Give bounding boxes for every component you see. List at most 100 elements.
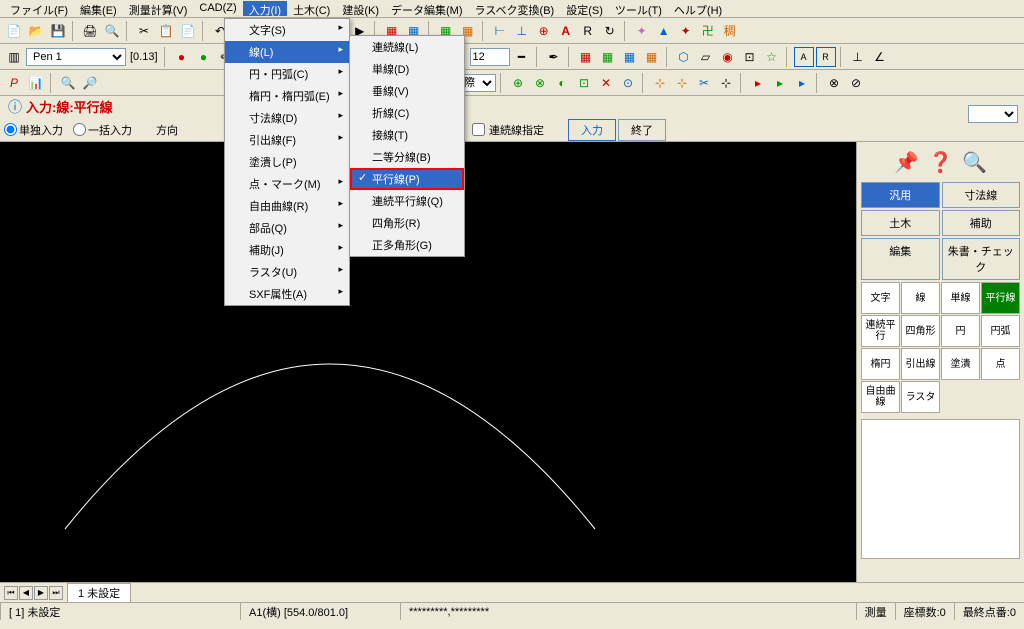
menu-データ編集[interactable]: データ編集(M) bbox=[385, 1, 469, 16]
menu-item-3[interactable]: 楕円・楕円弧(E) bbox=[225, 85, 349, 107]
menu-item-9[interactable]: 部品(Q) bbox=[225, 217, 349, 239]
grid1-icon[interactable]: ▦ bbox=[576, 47, 596, 67]
submenu-item-6[interactable]: 平行線(P) bbox=[350, 168, 464, 190]
submenu-item-3[interactable]: 折線(C) bbox=[350, 102, 464, 124]
radio-single[interactable]: 単独入力 bbox=[4, 122, 63, 138]
submenu-item-5[interactable]: 二等分線(B) bbox=[350, 146, 464, 168]
chart-icon[interactable]: 📊 bbox=[26, 73, 46, 93]
tool-自由曲線[interactable]: 自由曲線 bbox=[861, 381, 900, 413]
side-tab-朱書・チェック[interactable]: 朱書・チェック bbox=[942, 238, 1021, 280]
menu-編集[interactable]: 編集(E) bbox=[74, 1, 123, 16]
color2-icon[interactable]: ● bbox=[194, 47, 214, 67]
replace-icon[interactable]: 🔎 bbox=[80, 73, 100, 93]
side-tab-土木[interactable]: 土木 bbox=[861, 210, 940, 236]
box-r-icon[interactable]: R bbox=[816, 47, 836, 67]
box-a-icon[interactable]: A bbox=[794, 47, 814, 67]
menu-CAD[interactable]: CAD(Z) bbox=[193, 1, 242, 16]
open-icon[interactable]: 📂 bbox=[26, 21, 46, 41]
shape5-icon[interactable]: ☆ bbox=[762, 47, 782, 67]
submenu-item-9[interactable]: 正多角形(G) bbox=[350, 234, 464, 256]
snap2-icon[interactable]: ⊗ bbox=[530, 73, 550, 93]
color1-icon[interactable]: ● bbox=[172, 47, 192, 67]
menu-item-2[interactable]: 円・円弧(C) bbox=[225, 63, 349, 85]
menu-測量計算[interactable]: 測量計算(V) bbox=[123, 1, 194, 16]
sheet-tab[interactable]: 1 未設定 bbox=[67, 583, 131, 602]
p-icon[interactable]: P bbox=[4, 73, 24, 93]
rotate-icon[interactable]: ↻ bbox=[600, 21, 620, 41]
snap4-icon[interactable]: ⊡ bbox=[574, 73, 594, 93]
angle-icon[interactable]: ∠ bbox=[870, 47, 890, 67]
right-combo[interactable] bbox=[968, 105, 1018, 123]
submenu-item-2[interactable]: 垂線(V) bbox=[350, 80, 464, 102]
shape4-icon[interactable]: ⊡ bbox=[740, 47, 760, 67]
submenu-item-7[interactable]: 連続平行線(Q) bbox=[350, 190, 464, 212]
menu-item-4[interactable]: 寸法線(D) bbox=[225, 107, 349, 129]
continuous-checkbox[interactable]: 連続線指定 bbox=[472, 122, 544, 138]
tool-円[interactable]: 円 bbox=[941, 315, 980, 347]
side-tab-汎用[interactable]: 汎用 bbox=[861, 182, 940, 208]
edit4-icon[interactable]: ⊹ bbox=[716, 73, 736, 93]
tool-f-icon[interactable]: ▲ bbox=[654, 21, 674, 41]
menu-item-11[interactable]: ラスタ(U) bbox=[225, 261, 349, 283]
dim-v-icon[interactable]: ⊥ bbox=[512, 21, 532, 41]
submenu-item-1[interactable]: 単線(D) bbox=[350, 58, 464, 80]
grid4-icon[interactable]: ▦ bbox=[642, 47, 662, 67]
eyedrop-icon[interactable]: ✒ bbox=[544, 47, 564, 67]
preview-icon[interactable]: 🔍 bbox=[102, 21, 122, 41]
search-icon[interactable]: 🔍 bbox=[58, 73, 78, 93]
input-button[interactable]: 入力 bbox=[568, 119, 616, 141]
ortho-icon[interactable]: ⊥ bbox=[848, 47, 868, 67]
side-tab-寸法線[interactable]: 寸法線 bbox=[942, 182, 1021, 208]
grid2-icon[interactable]: ▦ bbox=[598, 47, 618, 67]
cut-icon[interactable]: ✂ bbox=[134, 21, 154, 41]
new-icon[interactable]: 📄 bbox=[4, 21, 24, 41]
tool-g-icon[interactable]: ✦ bbox=[676, 21, 696, 41]
tool-楕円[interactable]: 楕円 bbox=[861, 348, 900, 380]
dim-h-icon[interactable]: ⊢ bbox=[490, 21, 510, 41]
pen-combo[interactable]: Pen 1 bbox=[26, 48, 126, 66]
tool-四角形[interactable]: 四角形 bbox=[901, 315, 940, 347]
tool-連続平行[interactable]: 連続平行 bbox=[861, 315, 900, 347]
menu-item-0[interactable]: 文字(S) bbox=[225, 19, 349, 41]
menu-item-12[interactable]: SXF属性(A) bbox=[225, 283, 349, 305]
menu-ラスベク変換[interactable]: ラスベク変換(B) bbox=[469, 1, 561, 16]
menu-item-5[interactable]: 引出線(F) bbox=[225, 129, 349, 151]
menu-ヘルプ[interactable]: ヘルプ(H) bbox=[668, 1, 728, 16]
side-tab-編集[interactable]: 編集 bbox=[861, 238, 940, 280]
menu-設定[interactable]: 設定(S) bbox=[560, 1, 609, 16]
menu-item-7[interactable]: 点・マーク(M) bbox=[225, 173, 349, 195]
pin-icon[interactable]: 📌 bbox=[893, 150, 921, 178]
m1-icon[interactable]: ▸ bbox=[748, 73, 768, 93]
snap3-icon[interactable]: ◐ bbox=[552, 73, 572, 93]
edit3-icon[interactable]: ✂ bbox=[694, 73, 714, 93]
tab-next-icon[interactable]: ▶ bbox=[34, 586, 48, 600]
tool-塗潰[interactable]: 塗潰 bbox=[941, 348, 980, 380]
submenu-item-8[interactable]: 四角形(R) bbox=[350, 212, 464, 234]
tool-点[interactable]: 点 bbox=[981, 348, 1020, 380]
size-input[interactable] bbox=[470, 48, 510, 66]
menu-ツール[interactable]: ツール(T) bbox=[609, 1, 668, 16]
print-icon[interactable]: 🖨 bbox=[80, 21, 100, 41]
tab-prev-icon[interactable]: ◀ bbox=[19, 586, 33, 600]
m3-icon[interactable]: ▸ bbox=[792, 73, 812, 93]
menu-item-6[interactable]: 塗潰し(P) bbox=[225, 151, 349, 173]
grid3-icon[interactable]: ▦ bbox=[620, 47, 640, 67]
tool-ラスタ[interactable]: ラスタ bbox=[901, 381, 940, 413]
snap-icon[interactable]: ⊕ bbox=[534, 21, 554, 41]
menu-item-1[interactable]: 線(L) bbox=[225, 41, 349, 63]
edit2-icon[interactable]: ⊹ bbox=[672, 73, 692, 93]
copy-icon[interactable]: 📋 bbox=[156, 21, 176, 41]
menu-入力[interactable]: 入力(I) bbox=[243, 1, 287, 16]
end-button[interactable]: 終了 bbox=[618, 119, 666, 141]
shape3-icon[interactable]: ◉ bbox=[718, 47, 738, 67]
m2-icon[interactable]: ▸ bbox=[770, 73, 790, 93]
edit1-icon[interactable]: ⊹ bbox=[650, 73, 670, 93]
text-a-icon[interactable]: A bbox=[556, 21, 576, 41]
tool-円弧[interactable]: 円弧 bbox=[981, 315, 1020, 347]
zoom-icon[interactable]: 🔍 bbox=[961, 150, 989, 178]
text-r-icon[interactable]: R bbox=[578, 21, 598, 41]
x2-icon[interactable]: ⊘ bbox=[846, 73, 866, 93]
side-tab-補助[interactable]: 補助 bbox=[942, 210, 1021, 236]
tool-単線[interactable]: 単線 bbox=[941, 282, 980, 314]
tool-e-icon[interactable]: ✦ bbox=[632, 21, 652, 41]
